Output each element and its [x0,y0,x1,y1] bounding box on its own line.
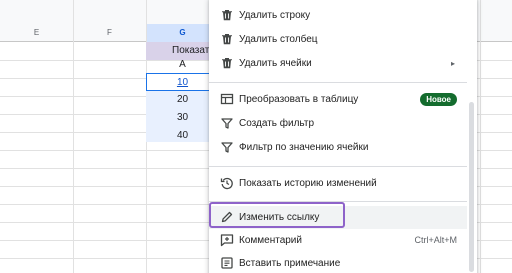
edit-link-highlight [209,202,345,228]
filter-icon [220,140,234,154]
grid-line [480,0,481,273]
menu-item-label: Удалить столбец [239,34,318,45]
menu-item-filter-by-value[interactable]: Фильтр по значению ячейки [209,136,467,159]
trash-icon [220,32,234,46]
menu-item-delete-column[interactable]: Удалить столбец [209,28,467,51]
menu-item-delete-row[interactable]: Удалить строку [209,4,467,27]
menu-item-label: Удалить ячейки [239,58,312,69]
menu-item-label: Показать историю изменений [239,178,377,189]
add-comment-icon [220,233,234,247]
menu-item-insert-note[interactable]: Вставить примечание [209,252,467,273]
menu-item-convert-to-table[interactable]: Преобразовать в таблицу Новое [209,88,467,111]
spreadsheet-page: E F G Показат A 10 20 30 40 Удалить стро… [0,0,512,273]
trash-icon [220,8,234,22]
trash-icon [220,56,234,70]
context-menu: Удалить строку Удалить столбец Удалить я… [209,0,477,273]
menu-item-label: Удалить строку [239,10,311,21]
menu-divider [209,166,467,167]
note-icon [220,256,234,270]
menu-item-comment[interactable]: Комментарий Ctrl+Alt+M [209,229,467,252]
column-header-f[interactable]: F [73,24,146,42]
new-badge: Новое [420,93,457,106]
column-header-e[interactable]: E [0,24,73,42]
scrollbar-thumb[interactable] [469,102,474,272]
grid-line [73,0,74,273]
menu-item-delete-cells[interactable]: Удалить ячейки ▸ [209,52,467,75]
menu-divider [209,82,467,83]
submenu-arrow-icon: ▸ [450,59,455,68]
menu-item-label: Вставить примечание [239,258,341,269]
table-icon [220,92,234,106]
filter-icon [220,116,234,130]
menu-item-label: Комментарий [239,235,302,246]
keyboard-shortcut: Ctrl+Alt+M [414,235,457,245]
history-icon [220,176,234,190]
menu-item-create-filter[interactable]: Создать фильтр [209,112,467,135]
menu-item-label: Фильтр по значению ячейки [239,142,369,153]
menu-item-label: Создать фильтр [239,118,314,129]
menu-item-show-edit-history[interactable]: Показать историю изменений [209,172,467,195]
menu-item-label: Преобразовать в таблицу [239,94,359,105]
menu-scrollbar[interactable] [467,0,477,273]
